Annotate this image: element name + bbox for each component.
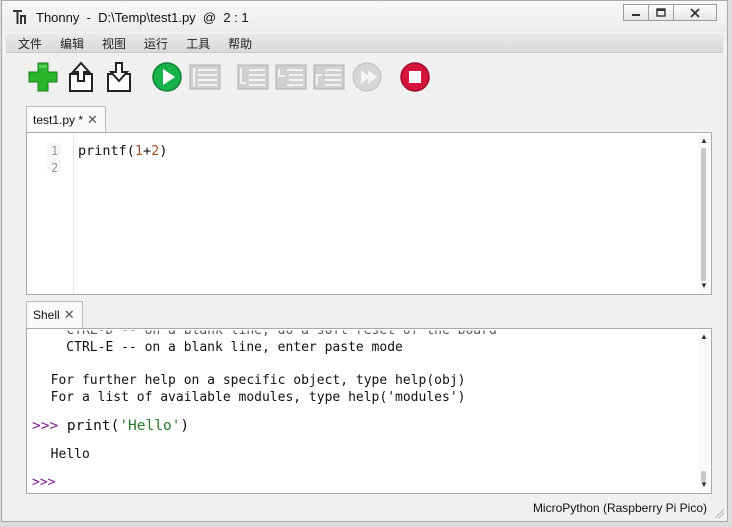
- maximize-icon: [656, 8, 666, 17]
- shell-panel[interactable]: CTRL-D -- on a blank line, do a soft res…: [26, 328, 712, 494]
- resume-icon: [352, 62, 382, 92]
- close-icon: [690, 7, 700, 18]
- stop-icon: [400, 62, 430, 92]
- shell-text-line: For further help on a specific object, t…: [35, 373, 466, 388]
- save-file-button[interactable]: [102, 59, 136, 95]
- stop-button[interactable]: [398, 59, 432, 95]
- run-icon: [152, 62, 182, 92]
- thonny-window: Thonny - D:\Temp\test1.py @ 2 : 1 文件 编辑 …: [1, 0, 728, 522]
- shell-output: Hello: [35, 447, 90, 462]
- new-file-button[interactable]: [26, 59, 60, 95]
- scroll-down-icon[interactable]: ▼: [699, 281, 709, 291]
- debug-icon: [189, 64, 221, 90]
- shell-text-line: CTRL-E -- on a blank line, enter paste m…: [35, 340, 403, 355]
- tab-close-icon[interactable]: ✕: [87, 112, 98, 128]
- tab-test1-py[interactable]: test1.py * ✕: [26, 106, 106, 132]
- run-button[interactable]: [150, 59, 184, 95]
- menu-run[interactable]: 运行: [133, 35, 175, 52]
- step-out-icon: [313, 64, 345, 90]
- menu-help[interactable]: 帮助: [217, 35, 259, 52]
- code-line[interactable]: printf(1+2): [78, 143, 167, 159]
- step-over-button[interactable]: [236, 59, 270, 95]
- menu-tools[interactable]: 工具: [175, 35, 217, 52]
- line-number: 1: [51, 144, 59, 158]
- maximize-button[interactable]: [648, 4, 674, 21]
- menu-view[interactable]: 视图: [91, 35, 133, 52]
- shell-vertical-scrollbar[interactable]: ▲ ▼: [698, 330, 710, 492]
- menu-bar: 文件 编辑 视图 运行 工具 帮助: [6, 34, 723, 53]
- scrollbar-thumb[interactable]: [701, 148, 706, 281]
- resume-button[interactable]: [350, 59, 384, 95]
- shell-text-line: For a list of available modules, type he…: [35, 390, 466, 405]
- line-number: 2: [51, 161, 59, 175]
- toolbar: [26, 59, 446, 95]
- open-file-button[interactable]: [64, 59, 98, 95]
- new-file-icon: [28, 62, 58, 92]
- shell-command-line: >>> print('Hello'): [32, 418, 190, 434]
- line-number-gutter: 1 2: [27, 133, 74, 294]
- menu-edit[interactable]: 编辑: [49, 35, 91, 52]
- title-bar[interactable]: Thonny - D:\Temp\test1.py @ 2 : 1: [2, 1, 727, 32]
- debug-button[interactable]: [188, 59, 222, 95]
- tab-shell[interactable]: Shell ✕: [26, 301, 83, 328]
- tab-label: test1.py *: [33, 112, 84, 127]
- window-title: Thonny - D:\Temp\test1.py @ 2 : 1: [36, 10, 249, 25]
- interpreter-label[interactable]: MicroPython (Raspberry Pi Pico): [533, 501, 707, 515]
- scroll-down-icon[interactable]: ▼: [699, 480, 709, 490]
- editor-vertical-scrollbar[interactable]: ▲ ▼: [698, 134, 710, 293]
- open-file-icon: [69, 61, 93, 92]
- shell-text-line: CTRL-D -- on a blank line, do a soft res…: [35, 328, 497, 339]
- tab-close-icon[interactable]: ✕: [64, 307, 75, 323]
- save-file-icon: [107, 62, 131, 92]
- code-editor[interactable]: 1 2 printf(1+2) ▲ ▼: [26, 132, 712, 295]
- scroll-up-icon[interactable]: ▲: [699, 136, 709, 146]
- scroll-up-icon[interactable]: ▲: [699, 332, 709, 342]
- shell-prompt[interactable]: >>>: [32, 475, 55, 490]
- thonny-app-icon: [13, 10, 26, 24]
- resize-grip-icon[interactable]: [714, 508, 724, 518]
- step-out-button[interactable]: [312, 59, 346, 95]
- step-into-button[interactable]: [274, 59, 308, 95]
- tab-label: Shell: [33, 308, 60, 322]
- minimize-button[interactable]: [623, 4, 649, 21]
- menu-file[interactable]: 文件: [6, 35, 49, 52]
- minimize-icon: [632, 13, 640, 16]
- step-into-icon: [275, 64, 307, 90]
- step-over-icon: [237, 64, 269, 90]
- status-bar: MicroPython (Raspberry Pi Pico): [2, 497, 727, 521]
- close-button[interactable]: [673, 4, 717, 21]
